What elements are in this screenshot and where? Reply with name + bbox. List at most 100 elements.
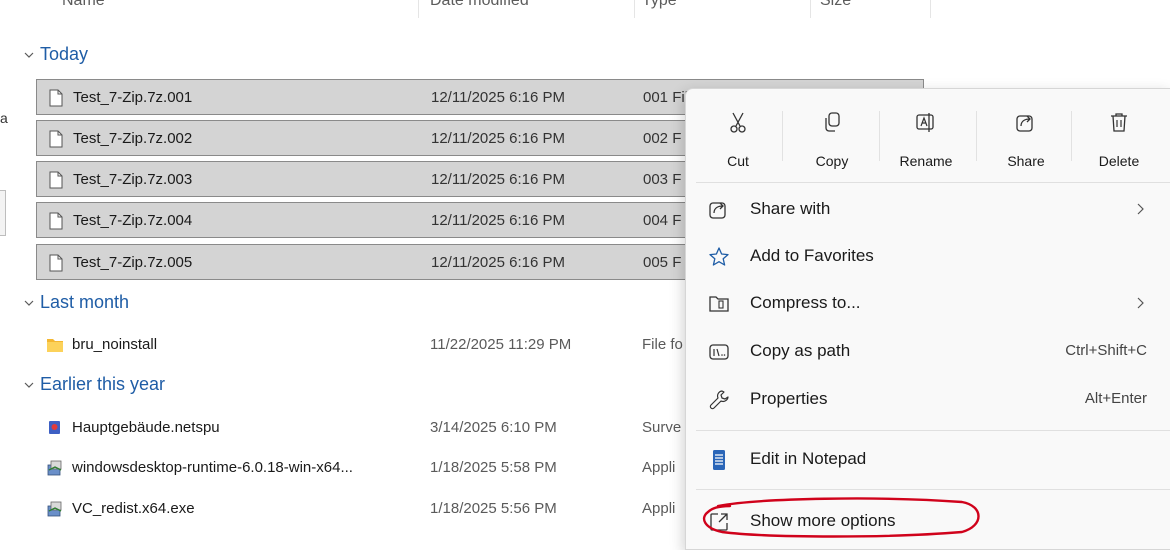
- file-type: 005 F: [643, 254, 682, 271]
- file-type: 003 F: [643, 171, 682, 188]
- menu-item-label: Properties: [750, 389, 828, 408]
- file-type: Appli: [642, 500, 676, 517]
- file-name: bru_noinstall: [72, 336, 158, 353]
- file-date: 1/18/2025 5:58 PM: [430, 459, 557, 476]
- column-header-bar: Name Date modified Type Size: [0, 0, 940, 18]
- menu-item-label: Edit in Notepad: [750, 449, 867, 468]
- column-header-type[interactable]: Type: [642, 0, 677, 10]
- column-header-date[interactable]: Date modified: [430, 0, 529, 10]
- column-divider[interactable]: [418, 0, 419, 18]
- chevron-right-icon: [1137, 203, 1144, 215]
- chevron-down-icon: [24, 300, 34, 306]
- file-icon: [49, 254, 63, 272]
- file-name: Test_7-Zip.7z.001: [73, 89, 193, 106]
- delete-button[interactable]: Delete: [1079, 97, 1159, 169]
- chevron-down-icon: [24, 382, 34, 388]
- installer-icon: [47, 501, 62, 517]
- share-button[interactable]: Share: [986, 97, 1066, 169]
- share-icon: [709, 202, 726, 219]
- file-date: 12/11/2025 6:16 PM: [431, 212, 565, 229]
- divider: [696, 182, 1170, 183]
- star-icon: [709, 247, 729, 266]
- divider: [696, 489, 1170, 490]
- show-more-options-menu-item[interactable]: Show more options: [686, 499, 1170, 543]
- file-type: Surve: [642, 419, 682, 436]
- file-name: Hauptgebäude.netspu: [72, 419, 220, 436]
- group-header-today[interactable]: Today: [24, 44, 88, 65]
- edit-in-notepad-menu-item[interactable]: Edit in Notepad: [686, 437, 1170, 481]
- delete-label: Delete: [1098, 153, 1140, 169]
- context-menu: Cut Copy Rename Share Delete Share with …: [685, 88, 1170, 550]
- file-name: Test_7-Zip.7z.004: [73, 212, 193, 229]
- copy-label: Copy: [815, 153, 849, 169]
- copy-button[interactable]: Copy: [792, 97, 872, 169]
- column-header-name[interactable]: Name: [62, 0, 105, 10]
- cut-button[interactable]: Cut: [698, 97, 778, 169]
- file-icon: [49, 130, 63, 148]
- group-label: Last month: [40, 292, 130, 312]
- divider: [782, 111, 783, 161]
- properties-menu-item[interactable]: Properties Alt+Enter: [686, 377, 1170, 421]
- divider: [976, 111, 977, 161]
- expand-icon: [710, 513, 728, 531]
- column-header-size[interactable]: Size: [820, 0, 851, 10]
- file-type: File fo: [642, 336, 683, 353]
- compress-to-menu-item[interactable]: Compress to...: [686, 281, 1170, 325]
- share-icon: [1016, 115, 1033, 132]
- file-name: windowsdesktop-runtime-6.0.18-win-x64...: [72, 459, 353, 476]
- file-name: Test_7-Zip.7z.005: [73, 254, 193, 271]
- copy-icon: [825, 112, 840, 132]
- menu-item-label: Show more options: [750, 511, 896, 530]
- chevron-down-icon: [24, 52, 34, 58]
- cut-label: Cut: [727, 153, 749, 169]
- group-header-last-month[interactable]: Last month: [24, 292, 129, 313]
- navigation-pane-text-fragment: a: [0, 110, 8, 126]
- wrench-icon: [709, 390, 729, 410]
- menu-item-label: Add to Favorites: [750, 246, 874, 265]
- column-divider[interactable]: [810, 0, 811, 18]
- menu-item-label: Copy as path: [750, 341, 851, 360]
- file-type: Appli: [642, 459, 676, 476]
- file-date: 12/11/2025 6:16 PM: [431, 254, 565, 271]
- file-icon: [49, 212, 63, 230]
- divider: [1071, 111, 1072, 161]
- add-to-favorites-menu-item[interactable]: Add to Favorites: [686, 234, 1170, 278]
- file-icon: [49, 89, 63, 107]
- chevron-right-icon: [1137, 297, 1144, 309]
- notepad-icon: [713, 450, 725, 470]
- column-divider[interactable]: [930, 0, 931, 18]
- copy-as-path-menu-item[interactable]: Copy as path Ctrl+Shift+C: [686, 329, 1170, 373]
- zip-folder-icon: [709, 296, 729, 312]
- file-date: 11/22/2025 11:29 PM: [430, 336, 572, 353]
- file-type: 002 F: [643, 130, 682, 147]
- file-date: 12/11/2025 6:16 PM: [431, 130, 565, 147]
- file-date: 1/18/2025 5:56 PM: [430, 500, 557, 517]
- menu-item-label: Share with: [750, 199, 831, 218]
- installer-icon: [47, 460, 62, 476]
- shortcut-text: Ctrl+Shift+C: [1065, 342, 1147, 359]
- shortcut-text: Alt+Enter: [1084, 390, 1147, 407]
- divider: [696, 430, 1170, 431]
- column-divider[interactable]: [634, 0, 635, 18]
- divider: [879, 111, 880, 161]
- rename-label: Rename: [899, 153, 953, 169]
- group-label: Today: [40, 44, 89, 64]
- file-name: Test_7-Zip.7z.003: [73, 171, 193, 188]
- scissors-icon: [730, 112, 746, 133]
- file-name: VC_redist.x64.exe: [72, 500, 195, 517]
- group-label: Earlier this year: [40, 374, 166, 394]
- file-date: 12/11/2025 6:16 PM: [431, 171, 565, 188]
- copy-path-icon: [709, 344, 729, 360]
- navigation-pane-scrollbar[interactable]: [0, 190, 6, 236]
- netspot-file-icon: [49, 421, 60, 434]
- rename-button[interactable]: Rename: [886, 97, 966, 169]
- trash-icon: [1111, 113, 1127, 132]
- rename-icon: [916, 113, 934, 132]
- share-with-menu-item[interactable]: Share with: [686, 187, 1170, 231]
- group-header-earlier-this-year[interactable]: Earlier this year: [24, 374, 165, 395]
- file-name: Test_7-Zip.7z.002: [73, 130, 193, 147]
- file-date: 3/14/2025 6:10 PM: [430, 419, 557, 436]
- file-icon: [49, 171, 63, 189]
- file-date: 12/11/2025 6:16 PM: [431, 89, 565, 106]
- menu-item-label: Compress to...: [750, 293, 861, 312]
